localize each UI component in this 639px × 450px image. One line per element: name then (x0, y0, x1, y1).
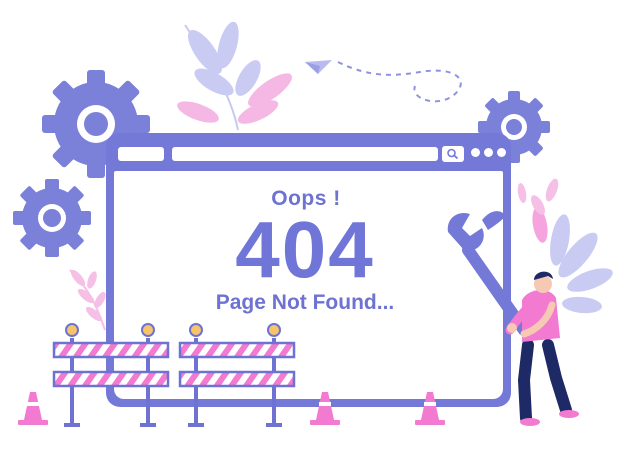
foreground-decor (18, 211, 579, 427)
traffic-cone-icon (18, 392, 48, 425)
worker-figure (447, 211, 579, 426)
road-barrier-icon (178, 323, 296, 427)
road-barrier-icon (52, 323, 170, 427)
traffic-cone-icon (415, 392, 445, 425)
wrench-icon (447, 211, 530, 336)
traffic-cone-icon (310, 392, 340, 425)
error-illustration: Oops ! 404 Page Not Found... (0, 0, 639, 450)
